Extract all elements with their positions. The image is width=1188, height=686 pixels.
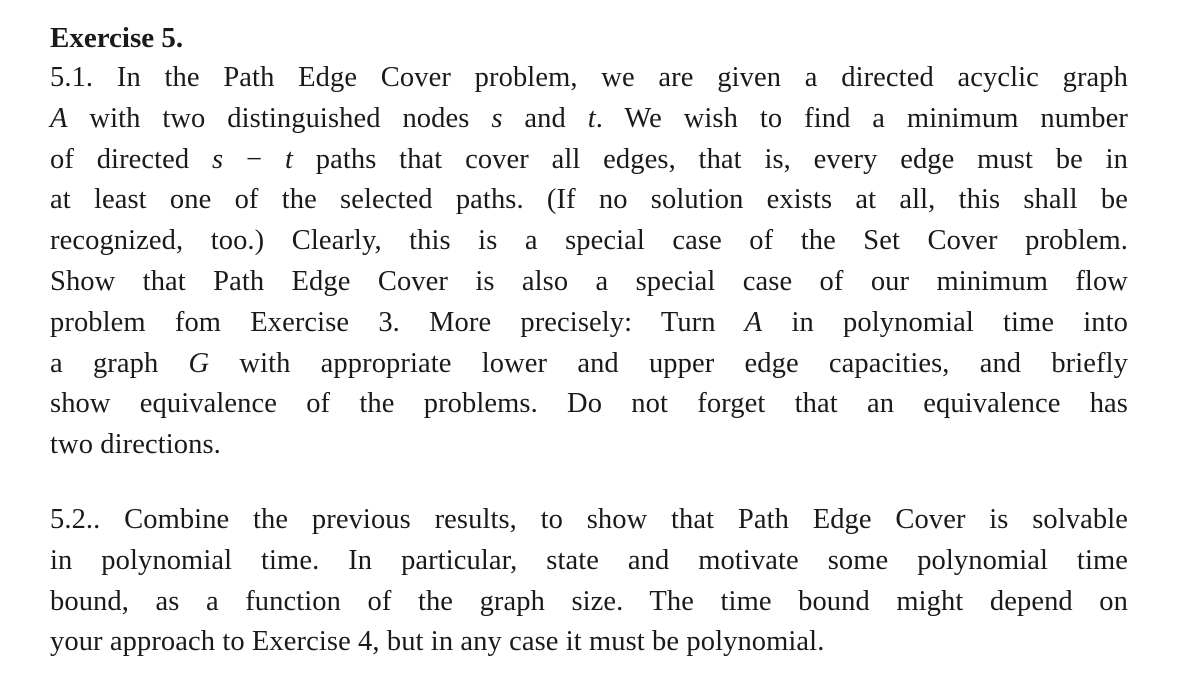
exercise-part-2: 5.2.. Combine the previous results, to s… [50,500,1128,663]
math-symbol: A [50,102,68,134]
math-symbol: G [188,347,210,379]
text-line: at least one of the selected paths. (If … [50,184,1128,216]
document: Exercise 5. 5.1. In the Path Edge Cover … [50,18,1128,663]
math-symbol: A [744,306,763,338]
exercise-title: Exercise 5. [50,22,184,54]
exercise-part-1: 5.1. In the Path Edge Cover problem, we … [50,58,1128,466]
text-line: 5.2.. Combine the previous results, to s… [50,503,1128,535]
text-line: of directed s − t paths that cover all e… [50,143,1128,175]
math-symbol: t [587,102,596,134]
math-symbol: t [284,143,293,175]
math-symbol: s [491,102,503,134]
text-line: in polynomial time. In particular, state… [50,544,1128,576]
text-line: your approach to Exercise 4, but in any … [50,626,825,658]
text-line: Show that Path Edge Cover is also a spec… [50,265,1128,297]
text-line: 5.1. In the Path Edge Cover problem, we … [50,62,1128,93]
text-line: show equivalence of the problems. Do not… [50,388,1128,420]
text-line: two directions. [50,429,221,461]
text-line: recognized, too.) Clearly, this is a spe… [50,225,1128,257]
math-symbol: s [212,143,224,175]
text-line: a graph G with appropriate lower and upp… [50,347,1129,379]
text-line: A with two distinguished nodes s and t. … [50,102,1129,134]
text-line: bound, as a function of the graph size. … [50,585,1128,617]
text-line: problem fom Exercise 3. More precisely: … [50,306,1128,338]
